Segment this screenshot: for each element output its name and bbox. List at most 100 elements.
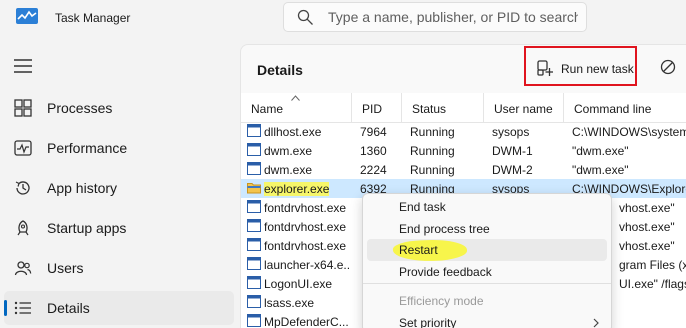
- column-header-label: Command line: [574, 102, 652, 116]
- process-window-icon: [247, 200, 261, 213]
- table-header: Name PID Status User name Command line: [241, 93, 686, 123]
- cell-name: fontdrvhost.exe: [264, 239, 347, 253]
- startup-apps-icon: [17, 220, 29, 236]
- menu-item-provide-feedback[interactable]: Provide feedback: [367, 261, 607, 283]
- sidebar-item-details[interactable]: Details: [4, 291, 234, 325]
- process-window-icon: [247, 257, 261, 270]
- performance-icon: [14, 140, 32, 156]
- menu-separator: [363, 283, 611, 284]
- menu-item-set-priority[interactable]: Set priority: [367, 312, 607, 328]
- cell-status: Running: [410, 144, 455, 158]
- sidebar-item-label: Startup apps: [47, 220, 127, 236]
- column-header-name[interactable]: Name: [241, 93, 351, 123]
- hamburger-menu-icon[interactable]: [14, 59, 32, 73]
- sidebar-item-app-history[interactable]: App history: [4, 171, 234, 205]
- sidebar-item-performance[interactable]: Performance: [4, 131, 234, 165]
- menu-item-efficiency-mode: Efficiency mode: [367, 290, 607, 312]
- process-window-icon: [247, 162, 261, 175]
- sidebar-item-startup-apps[interactable]: Startup apps: [4, 211, 234, 245]
- cell-name: explorer.exe: [264, 182, 350, 196]
- column-header-label: Status: [412, 102, 447, 116]
- run-new-task-label: Run new task: [561, 62, 634, 76]
- table-row[interactable]: dllhost.exe 7964 Running sysops C:\WINDO…: [241, 122, 686, 141]
- cell-name: dwm.exe: [264, 144, 313, 158]
- table-row[interactable]: dwm.exe 2224 Running DWM-2 "dwm.exe": [241, 160, 686, 179]
- menu-item-label: Provide feedback: [399, 265, 492, 279]
- cell-command-line: "dwm.exe": [572, 144, 629, 158]
- process-window-icon: [247, 124, 261, 137]
- cell-name: dllhost.exe: [264, 125, 322, 139]
- process-window-icon: [247, 143, 261, 156]
- cell-command-line: UI.exe" /flags:0: [619, 277, 686, 291]
- cell-user: DWM-2: [492, 163, 533, 177]
- process-window-icon: [247, 314, 261, 327]
- process-window-icon: [247, 276, 261, 289]
- sidebar-item-label: Users: [47, 260, 84, 276]
- menu-item-end-task[interactable]: End task: [367, 196, 607, 218]
- cell-user: sysops: [492, 125, 530, 139]
- run-new-task-icon: [537, 60, 553, 76]
- page-title: Details: [257, 62, 303, 78]
- sidebar: Processes Performance App history Startu…: [0, 44, 240, 328]
- end-task-button[interactable]: [651, 59, 686, 79]
- details-icon: [14, 301, 31, 315]
- menu-item-restart[interactable]: Restart: [367, 238, 607, 263]
- users-icon: [14, 261, 32, 276]
- cell-command-line: vhost.exe": [619, 220, 675, 234]
- process-window-icon: [247, 219, 261, 232]
- sidebar-item-label: App history: [47, 180, 118, 196]
- menu-item-label: End task: [399, 200, 446, 214]
- search-input[interactable]: [328, 8, 578, 26]
- process-window-icon: [247, 295, 261, 308]
- search-icon: [297, 9, 313, 25]
- process-window-icon: [247, 238, 261, 251]
- run-new-task-button[interactable]: Run new task: [524, 46, 637, 86]
- search-box[interactable]: [283, 2, 587, 32]
- menu-item-end-process-tree[interactable]: End process tree: [367, 218, 607, 240]
- processes-icon: [14, 99, 32, 117]
- end-task-icon: [660, 59, 676, 75]
- cell-command-line: vhost.exe": [619, 239, 675, 253]
- menu-item-label: Restart: [399, 243, 438, 257]
- sidebar-item-label: Details: [47, 300, 90, 316]
- cell-name: MpDefenderC...: [264, 315, 349, 328]
- sidebar-item-users[interactable]: Users: [4, 251, 234, 285]
- column-header-label: PID: [362, 102, 383, 116]
- cell-name: lsass.exe: [264, 296, 315, 310]
- cell-name: launcher-x64.e...: [264, 258, 350, 272]
- column-header-user-name[interactable]: User name: [483, 93, 563, 123]
- cell-pid: 1360: [360, 144, 387, 158]
- cell-name: LogonUI.exe: [264, 277, 333, 291]
- cell-command-line: "dwm.exe": [572, 163, 629, 177]
- column-header-label: Name: [251, 102, 284, 116]
- column-header-label: User name: [494, 102, 553, 116]
- context-menu: End task End process tree Restart Provid…: [362, 193, 612, 328]
- app-history-icon: [15, 181, 30, 195]
- task-manager-logo-icon: [16, 8, 38, 24]
- app-title: Task Manager: [55, 11, 131, 25]
- column-header-command-line[interactable]: Command line: [563, 93, 686, 123]
- folder-icon: [247, 183, 261, 194]
- sidebar-item-label: Performance: [47, 140, 128, 156]
- cell-name: fontdrvhost.exe: [264, 201, 347, 215]
- chevron-right-icon: [593, 318, 599, 328]
- sort-ascending-icon: [291, 95, 300, 101]
- title-bar: Task Manager: [0, 0, 686, 36]
- cell-command-line: vhost.exe": [619, 201, 675, 215]
- menu-item-label: End process tree: [399, 222, 490, 236]
- sidebar-item-label: Processes: [47, 100, 113, 116]
- column-header-pid[interactable]: PID: [351, 93, 401, 123]
- table-row[interactable]: dwm.exe 1360 Running DWM-1 "dwm.exe": [241, 141, 686, 160]
- cell-user: DWM-1: [492, 144, 533, 158]
- menu-item-label: Efficiency mode: [399, 294, 484, 308]
- cell-status: Running: [410, 163, 455, 177]
- highlighted-text: explorer.exe: [264, 182, 330, 196]
- sidebar-item-processes[interactable]: Processes: [4, 91, 234, 125]
- column-header-status[interactable]: Status: [401, 93, 483, 123]
- menu-item-label: Set priority: [399, 316, 457, 328]
- cell-pid: 2224: [360, 163, 387, 177]
- cell-command-line: C:\WINDOWS\system: [572, 125, 686, 139]
- cell-status: Running: [410, 125, 455, 139]
- cell-command-line: gram Files (x86: [619, 258, 686, 272]
- cell-name: dwm.exe: [264, 163, 313, 177]
